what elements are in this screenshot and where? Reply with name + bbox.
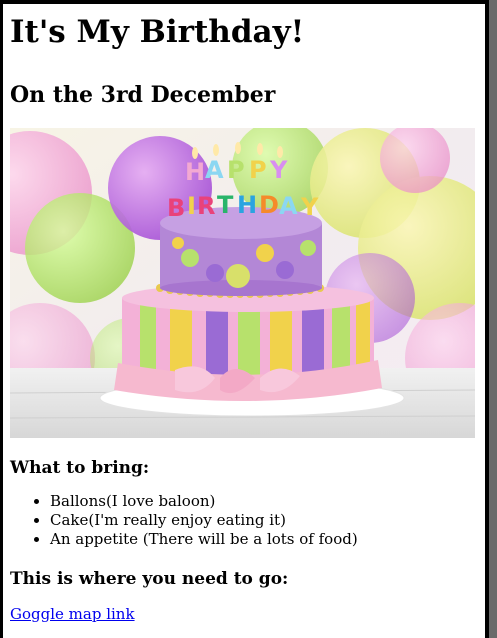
svg-text:A: A xyxy=(205,156,224,184)
page-viewport: It's My Birthday! On the 3rd December H … xyxy=(3,4,485,638)
svg-text:Y: Y xyxy=(300,193,319,221)
browser-frame: It's My Birthday! On the 3rd December H … xyxy=(0,0,497,638)
bring-list: Ballons(I love baloon) Cake(I'm really e… xyxy=(10,492,478,549)
svg-text:P: P xyxy=(227,156,245,184)
bring-heading: What to bring: xyxy=(10,458,150,478)
list-item: An appetite (There will be a lots of foo… xyxy=(50,530,478,549)
svg-text:H: H xyxy=(185,158,205,186)
window-edge xyxy=(489,0,497,638)
svg-text:T: T xyxy=(217,191,234,219)
birthday-cake-graphic: H A P P Y B I R T H D A Y xyxy=(10,128,475,438)
date-heading: On the 3rd December xyxy=(10,82,276,108)
svg-text:P: P xyxy=(249,156,267,184)
svg-text:I: I xyxy=(187,192,196,220)
birthday-cake-image: H A P P Y B I R T H D A Y xyxy=(10,128,475,438)
page-content: It's My Birthday! On the 3rd December H … xyxy=(10,4,478,623)
svg-text:R: R xyxy=(197,192,215,220)
svg-text:D: D xyxy=(259,191,279,219)
google-map-link[interactable]: Goggle map link xyxy=(10,605,135,623)
svg-text:Y: Y xyxy=(269,156,288,184)
location-heading: This is where you need to go: xyxy=(10,569,289,589)
svg-text:A: A xyxy=(279,192,298,220)
list-item: Cake(I'm really enjoy eating it) xyxy=(50,511,478,530)
list-item: Ballons(I love baloon) xyxy=(50,492,478,511)
page-title: It's My Birthday! xyxy=(10,14,305,50)
svg-text:B: B xyxy=(167,194,185,222)
svg-text:H: H xyxy=(237,191,257,219)
